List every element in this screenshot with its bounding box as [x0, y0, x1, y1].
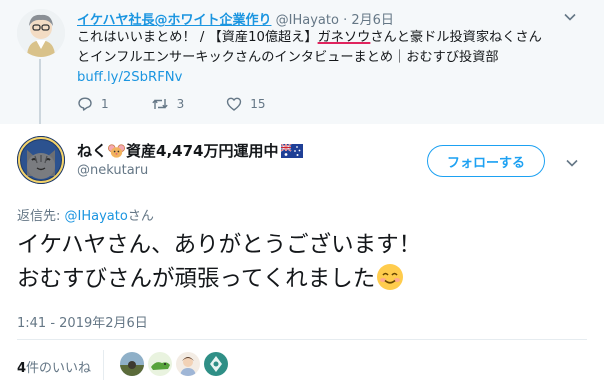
main-text-line: イケハヤさん、ありがとうございます！: [17, 232, 422, 258]
divider: [103, 350, 104, 380]
parent-text-highlight: ガネソウ: [317, 30, 371, 45]
mouse-face-emoji-icon: [108, 143, 126, 158]
liker-avatar[interactable]: [148, 352, 172, 376]
chevron-down-icon[interactable]: [565, 156, 579, 170]
main-author-handle[interactable]: @nekutaru: [77, 163, 148, 178]
parent-author-handle[interactable]: @IHayato: [276, 13, 339, 28]
liker-avatar[interactable]: [120, 352, 144, 376]
reply-to-mention[interactable]: @IHayato: [65, 209, 128, 224]
parent-author-name[interactable]: イケハヤ社長@ホワイト企業作り: [77, 13, 271, 28]
australia-flag-icon: [281, 143, 304, 158]
parent-tweet-actions: 1 3 15: [77, 96, 308, 112]
liker-avatar[interactable]: [204, 352, 228, 376]
parent-tweet[interactable]: イケハヤ社長@ホワイト企業作り @IHayato · 2月6日 これはいいまとめ…: [0, 0, 604, 124]
parent-text-part: これはいいまとめ！ / 【資産10億超え】: [77, 30, 318, 45]
main-author-avatar[interactable]: [17, 136, 65, 184]
heart-icon: [227, 97, 242, 111]
display-name-suffix: 資産4,474万円運用中: [126, 142, 279, 160]
display-name-prefix: ねく: [77, 142, 108, 160]
likes-count: 4: [17, 361, 27, 376]
smiling-face-emoji-icon: [377, 264, 404, 290]
like-button[interactable]: 15: [226, 96, 266, 112]
chevron-down-icon[interactable]: [563, 10, 577, 24]
reply-button[interactable]: 1: [77, 96, 109, 112]
likes-label: 件のいいね: [26, 361, 92, 376]
tweet-timestamp[interactable]: 1:41 - 2019年2月6日: [17, 312, 148, 331]
parent-tweet-date[interactable]: 2月6日: [351, 13, 394, 28]
parent-author-avatar[interactable]: [17, 9, 65, 57]
parent-text-line: とインフルエンサーキックさんのインタビューまとめ｜おむすび投資部: [77, 50, 499, 65]
parent-tweet-text: これはいいまとめ！ / 【資産10億超え】ガネソウさんと豪ドル投資家ねくさん と…: [77, 28, 567, 88]
reply-count: 1: [101, 97, 109, 111]
reply-to-line: 返信先: @IHayatoさん: [17, 205, 154, 224]
liker-avatars: [120, 352, 232, 376]
retweet-button[interactable]: 3: [151, 96, 185, 112]
main-tweet-text: イケハヤさん、ありがとうございます！ おむすびさんが頑張ってくれました: [17, 228, 587, 296]
parent-tweet-link[interactable]: buff.ly/2SbRFNv: [77, 70, 182, 85]
main-author-display-name[interactable]: ねく 資産4,474万円運用中: [77, 140, 304, 161]
like-count: 15: [250, 97, 266, 111]
reply-to-suffix: さん: [127, 209, 154, 224]
likes-summary[interactable]: 4件のいいね: [17, 357, 91, 376]
date-separator: ·: [343, 13, 348, 28]
main-text-line: おむすびさんが頑張ってくれました: [17, 266, 376, 292]
retweet-count: 3: [176, 97, 185, 111]
thread-connector-line: [39, 59, 41, 124]
parent-tweet-header: イケハヤ社長@ホワイト企業作り @IHayato · 2月6日: [77, 9, 394, 28]
liker-avatar[interactable]: [176, 352, 200, 376]
reply-icon: [78, 97, 92, 111]
follow-button[interactable]: フォローする: [427, 145, 545, 177]
reply-to-prefix: 返信先:: [17, 209, 65, 224]
parent-text-part: さんと豪ドル投資家ねくさん: [370, 30, 542, 45]
retweet-icon: [151, 99, 168, 109]
divider: [17, 339, 587, 340]
